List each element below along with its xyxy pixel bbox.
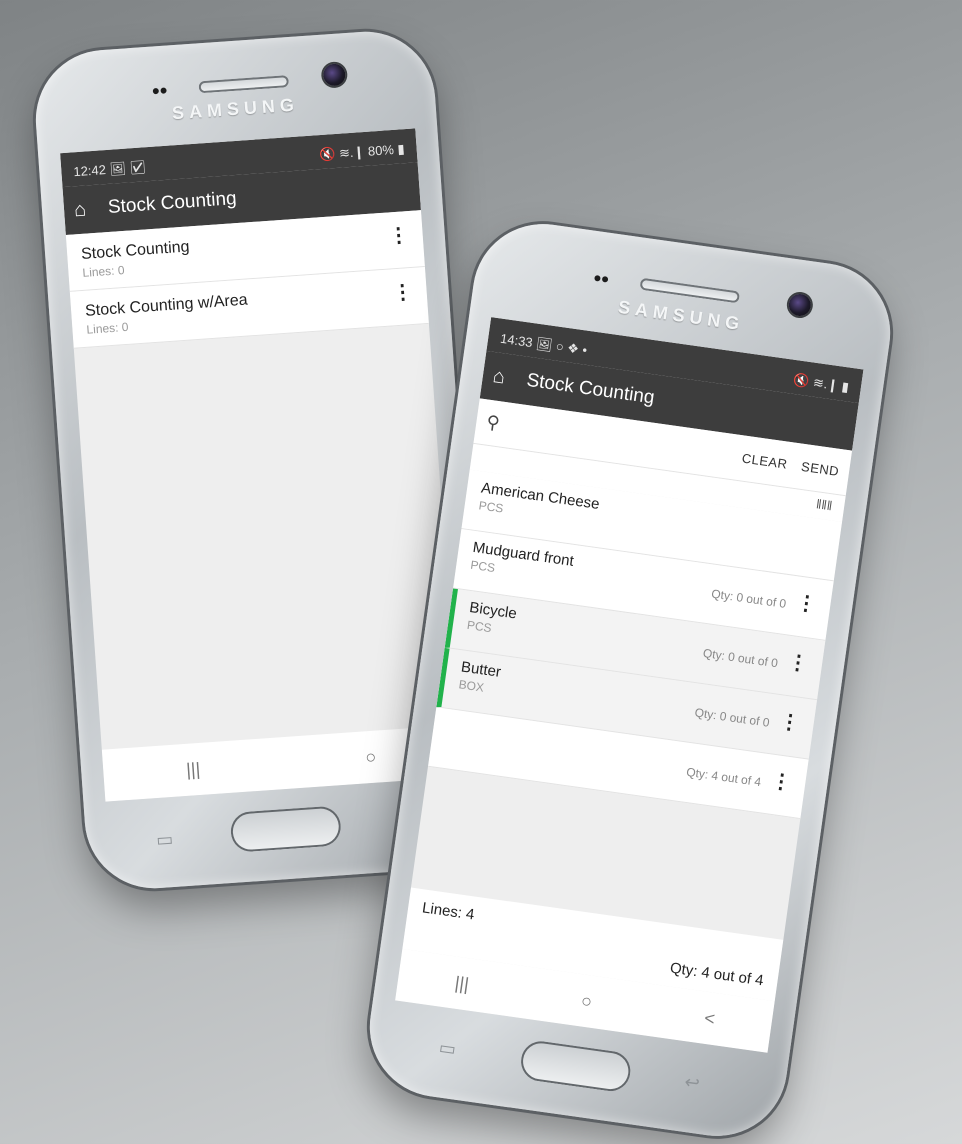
nav-home-icon[interactable]: ○ bbox=[365, 746, 377, 768]
status-right-icons: 🔇 ≋.❙ ▮ bbox=[792, 371, 850, 395]
physical-home-button[interactable] bbox=[518, 1038, 633, 1094]
back-softkey-icon[interactable]: ↩ bbox=[683, 1072, 701, 1095]
earpiece-speaker bbox=[639, 277, 741, 304]
left-screen: 12:42 🖼 ☑ 🔇 ≋.❙ 80% ▮ ⌂ Stock Counting S… bbox=[60, 128, 461, 802]
qty-total: Qty: 4 out of 4 bbox=[668, 959, 765, 990]
status-right-icons: 🔇 ≋.❙ 80% ▮ bbox=[318, 141, 406, 163]
more-options-icon[interactable]: ⋮ bbox=[392, 281, 413, 304]
front-camera-icon bbox=[322, 63, 347, 87]
home-icon[interactable]: ⌂ bbox=[491, 365, 528, 393]
notification-icons: 🖼 ☑ bbox=[109, 159, 147, 177]
earpiece-speaker bbox=[198, 75, 290, 94]
search-icon[interactable]: ⚲ bbox=[485, 412, 516, 437]
lines-count: Lines: 4 bbox=[421, 899, 476, 924]
recents-softkey-icon[interactable]: ▭ bbox=[156, 829, 174, 851]
more-options-icon[interactable]: ⋮ bbox=[795, 592, 818, 617]
recent-apps-icon[interactable]: ||| bbox=[453, 972, 471, 995]
more-options-icon[interactable]: ⋮ bbox=[770, 770, 793, 795]
more-options-icon[interactable]: ⋮ bbox=[787, 651, 810, 676]
back-icon[interactable]: < bbox=[703, 1007, 716, 1029]
item-qty: Qty: 4 out of 4 bbox=[685, 764, 763, 790]
clear-button[interactable]: CLEAR bbox=[741, 451, 789, 472]
sensor-dots: •• bbox=[151, 77, 169, 104]
physical-home-button[interactable] bbox=[229, 805, 343, 853]
send-button[interactable]: SEND bbox=[800, 459, 840, 479]
notification-icons: 🖼 ○ ❖ • bbox=[535, 335, 589, 358]
nav-home-icon[interactable]: ○ bbox=[580, 990, 594, 1012]
page-title: Stock Counting bbox=[107, 188, 238, 218]
brand-logo: SAMSUNG bbox=[171, 94, 300, 124]
home-icon[interactable]: ⌂ bbox=[73, 197, 109, 222]
status-time: 14:33 bbox=[499, 330, 534, 351]
barcode-scan-icon[interactable]: ‖‖‖ bbox=[815, 496, 833, 513]
more-options-icon[interactable]: ⋮ bbox=[778, 710, 801, 735]
sensor-dots: •• bbox=[591, 265, 611, 293]
recent-apps-icon[interactable]: ||| bbox=[185, 758, 200, 780]
more-options-icon[interactable]: ⋮ bbox=[388, 224, 409, 247]
front-camera-icon bbox=[787, 292, 813, 318]
right-screen: 14:33 🖼 ○ ❖ • 🔇 ≋.❙ ▮ ⌂ Stock Counting ⚲… bbox=[395, 317, 864, 1053]
status-left: 12:42 🖼 ☑ bbox=[73, 159, 147, 180]
status-time: 12:42 bbox=[72, 162, 107, 180]
recents-softkey-icon[interactable]: ▭ bbox=[438, 1037, 458, 1060]
